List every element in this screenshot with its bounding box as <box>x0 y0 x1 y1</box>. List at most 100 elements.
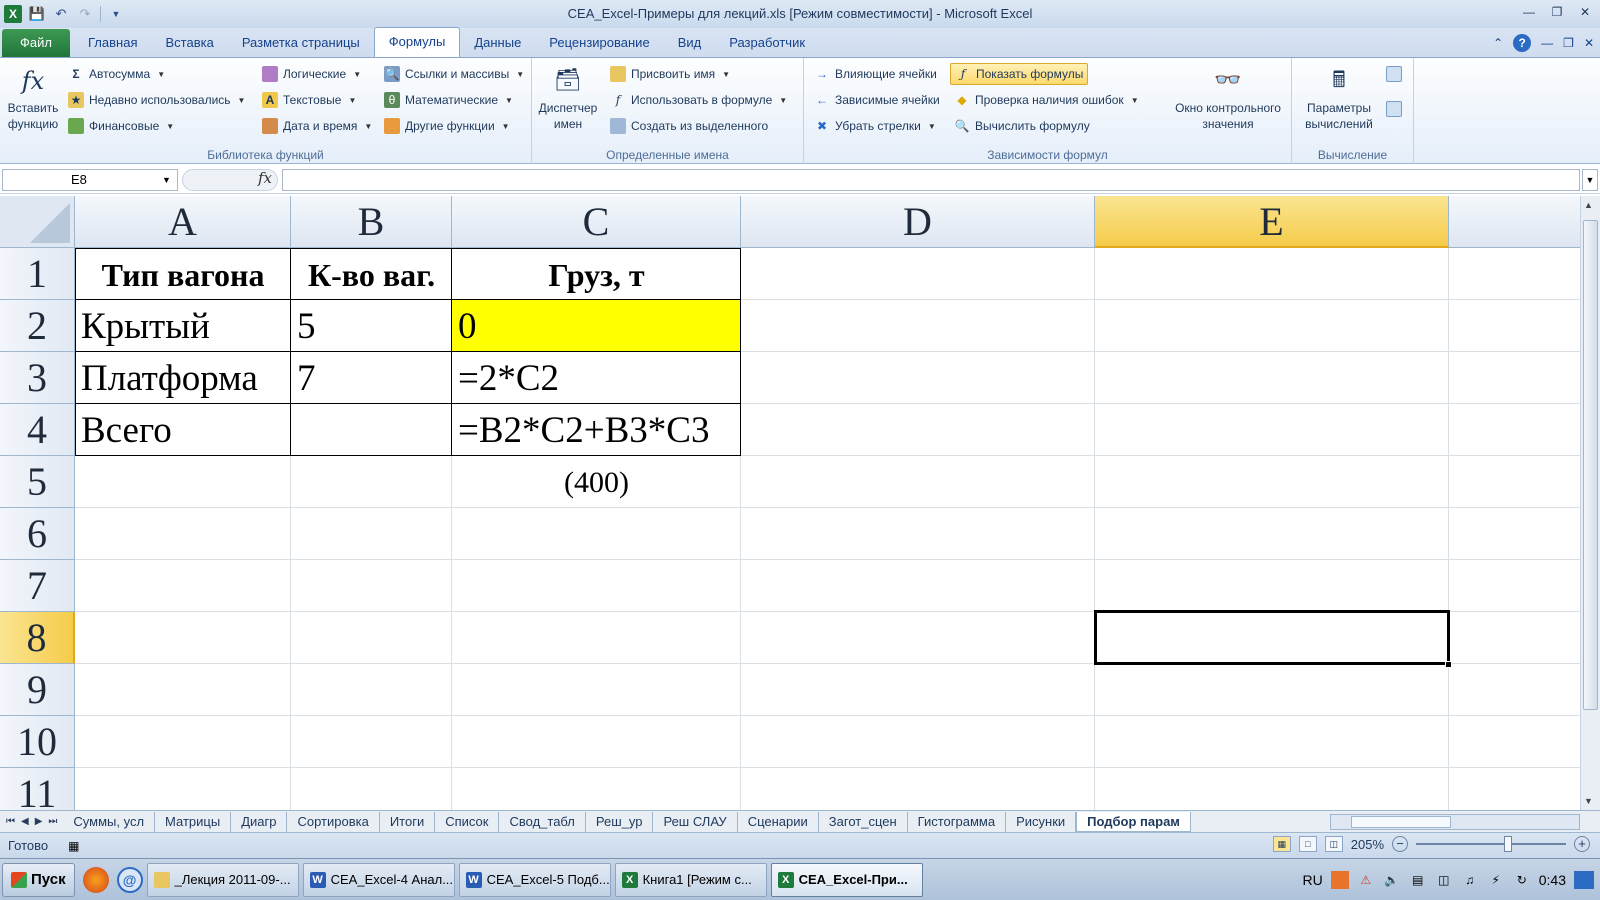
name-manager-button[interactable]: 🗃 Диспетчер имен <box>536 64 600 132</box>
zoom-level[interactable]: 205% <box>1351 837 1384 852</box>
excel-logo-icon[interactable]: X <box>4 5 22 23</box>
sheet-tab-active[interactable]: Подбор парам <box>1076 811 1191 832</box>
evaluate-formula-button[interactable]: 🔍 Вычислить формулу <box>954 115 1090 137</box>
column-header-d[interactable]: D <box>741 196 1095 248</box>
language-indicator[interactable]: RU <box>1303 872 1323 888</box>
column-header-e[interactable]: E <box>1095 196 1449 248</box>
datetime-button[interactable]: Дата и время ▼ <box>262 115 372 137</box>
page-layout-view-icon[interactable]: □ <box>1298 836 1317 852</box>
column-header-c[interactable]: C <box>452 196 741 248</box>
tab-file[interactable]: Файл <box>2 29 70 57</box>
first-sheet-icon[interactable]: ⏮ <box>6 816 15 827</box>
sheet-tab[interactable]: Гистограмма <box>908 811 1007 832</box>
insert-function-button[interactable]: fx Вставить функцию <box>4 64 62 132</box>
taskbar-task[interactable]: X Книга1 [Режим с... <box>614 862 767 897</box>
save-icon[interactable]: 💾 <box>28 5 46 23</box>
tray-app-icon[interactable] <box>1330 871 1349 889</box>
taskbar-task-active[interactable]: X CEA_Excel-При... <box>770 862 923 897</box>
horizontal-scroll-thumb[interactable] <box>1351 816 1451 828</box>
sheet-tab[interactable]: Суммы, усл <box>63 811 156 832</box>
remove-arrows-button[interactable]: ✖ Убрать стрелки ▼ <box>814 115 936 137</box>
tab-home[interactable]: Главная <box>74 29 151 57</box>
show-desktop-icon[interactable] <box>1574 871 1594 889</box>
sheet-tab[interactable]: Итоги <box>380 811 436 832</box>
tray-alert-icon[interactable]: ⚠ <box>1357 871 1375 889</box>
zoom-out-icon[interactable]: − <box>1392 836 1408 852</box>
use-in-formula-button[interactable]: f Использовать в формуле ▼ <box>610 89 787 111</box>
tray-network-icon[interactable]: ▤ <box>1409 871 1427 889</box>
row-header-11[interactable]: 11 <box>0 768 75 810</box>
cell-c3[interactable]: =2*C2 <box>452 352 741 404</box>
selected-cell-e8[interactable] <box>1094 610 1450 665</box>
tab-formulas[interactable]: Формулы <box>373 27 461 57</box>
name-box[interactable]: E8 <box>2 169 178 191</box>
row-header-8[interactable]: 8 <box>0 612 75 664</box>
cell-a3[interactable]: Платформа <box>75 352 291 404</box>
cell-c1[interactable]: Груз, т <box>452 248 741 300</box>
tray-power-icon[interactable]: ⚡ <box>1487 871 1505 889</box>
volume-icon[interactable]: 🔈 <box>1383 871 1401 889</box>
sheet-tab[interactable]: Матрицы <box>155 811 232 832</box>
row-header-4[interactable]: 4 <box>0 404 75 456</box>
sheet-tab[interactable]: Рисунки <box>1006 811 1077 832</box>
row-header-10[interactable]: 10 <box>0 716 75 768</box>
cell-b2[interactable]: 5 <box>291 300 452 352</box>
autosum-button[interactable]: Σ Автосумма ▼ <box>68 63 165 85</box>
vertical-scroll-thumb[interactable] <box>1583 220 1598 710</box>
minimize-ribbon-icon[interactable]: ⌃ <box>1493 36 1503 50</box>
fill-handle[interactable] <box>1445 661 1452 668</box>
tab-page-layout[interactable]: Разметка страницы <box>228 29 374 57</box>
firefox-icon[interactable] <box>82 866 109 893</box>
sheet-tab[interactable]: Загот_сцен <box>819 811 908 832</box>
tab-developer[interactable]: Разработчик <box>715 29 819 57</box>
watch-window-button[interactable]: 👓 Окно контрольного значения <box>1166 64 1290 132</box>
define-name-button[interactable]: Присвоить имя ▼ <box>610 63 730 85</box>
more-functions-button[interactable]: Другие функции ▼ <box>384 115 510 137</box>
sheet-tab[interactable]: Диагр <box>231 811 288 832</box>
sheet-tab[interactable]: Сценарии <box>738 811 819 832</box>
show-formulas-button[interactable]: ƒ Показать формулы <box>950 63 1089 85</box>
close-icon[interactable]: ✕ <box>1574 2 1596 22</box>
cell-b1[interactable]: К-во ваг. <box>291 248 452 300</box>
restore-icon[interactable]: ❐ <box>1546 2 1568 22</box>
text-functions-button[interactable]: A Текстовые ▼ <box>262 89 356 111</box>
name-box-dropdown-icon[interactable]: ▼ <box>162 169 171 191</box>
row-header-2[interactable]: 2 <box>0 300 75 352</box>
financial-button[interactable]: Финансовые ▼ <box>68 115 174 137</box>
recent-functions-button[interactable]: ★ Недавно использовались ▼ <box>68 89 245 111</box>
browser-icon[interactable]: @ <box>116 866 143 893</box>
tray-speaker-icon[interactable]: ♫ <box>1461 871 1479 889</box>
trace-precedents-button[interactable]: → Влияющие ячейки <box>814 63 937 85</box>
start-button[interactable]: Пуск <box>2 862 75 897</box>
column-header-b[interactable]: B <box>291 196 452 248</box>
cell-c4[interactable]: =B2*C2+B3*C3 <box>452 404 741 456</box>
minimize-icon[interactable]: — <box>1518 2 1540 22</box>
row-header-3[interactable]: 3 <box>0 352 75 404</box>
tray-device-icon[interactable]: ◫ <box>1435 871 1453 889</box>
doc-close-icon[interactable]: ✕ <box>1584 36 1594 50</box>
sheet-tab[interactable]: Свод_табл <box>499 811 586 832</box>
calculate-now-icon[interactable] <box>1386 63 1402 85</box>
customize-qat-icon[interactable]: ▼ <box>107 5 125 23</box>
tray-sync-icon[interactable]: ↻ <box>1513 871 1531 889</box>
vertical-scrollbar[interactable]: ▲ ▼ <box>1580 196 1600 810</box>
cell-b3[interactable]: 7 <box>291 352 452 404</box>
redo-icon[interactable]: ↷ <box>76 5 94 23</box>
create-from-selection-button[interactable]: Создать из выделенного <box>610 115 768 137</box>
prev-sheet-icon[interactable]: ◀ <box>21 816 29 827</box>
row-header-7[interactable]: 7 <box>0 560 75 612</box>
scroll-up-icon[interactable]: ▲ <box>1584 200 1593 210</box>
select-all-button[interactable] <box>0 196 75 248</box>
undo-icon[interactable]: ↶ <box>52 5 70 23</box>
column-header-a[interactable]: A <box>75 196 291 248</box>
taskbar-task[interactable]: W CEA_Excel-4 Анал... <box>302 862 455 897</box>
cell-c5[interactable]: (400) <box>452 456 741 508</box>
page-break-view-icon[interactable]: ◫ <box>1324 836 1343 852</box>
zoom-slider[interactable] <box>1416 836 1566 852</box>
formula-input[interactable] <box>282 169 1580 191</box>
trace-dependents-button[interactable]: ← Зависимые ячейки <box>814 89 940 111</box>
horizontal-scrollbar[interactable] <box>1330 814 1580 830</box>
normal-view-icon[interactable]: ▦ <box>1272 836 1291 852</box>
row-header-6[interactable]: 6 <box>0 508 75 560</box>
zoom-in-icon[interactable]: + <box>1574 836 1590 852</box>
